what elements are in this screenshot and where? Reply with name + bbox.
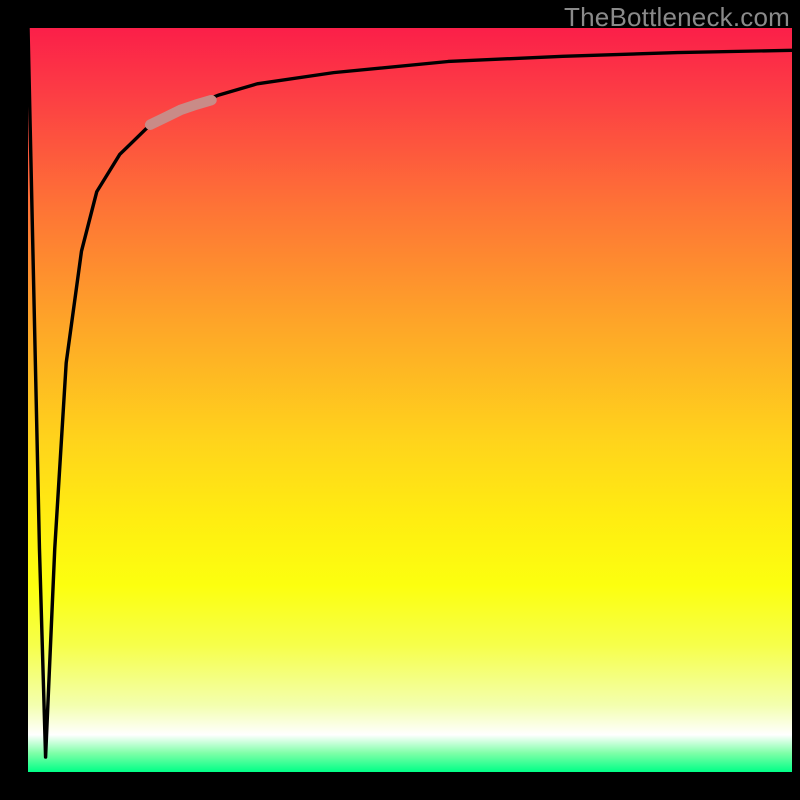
highlight-segment (150, 100, 211, 125)
bottleneck-curve (28, 28, 792, 757)
chart-stage: TheBottleneck.com (0, 0, 800, 800)
plot-area (28, 28, 792, 772)
curve-layer (28, 28, 792, 772)
